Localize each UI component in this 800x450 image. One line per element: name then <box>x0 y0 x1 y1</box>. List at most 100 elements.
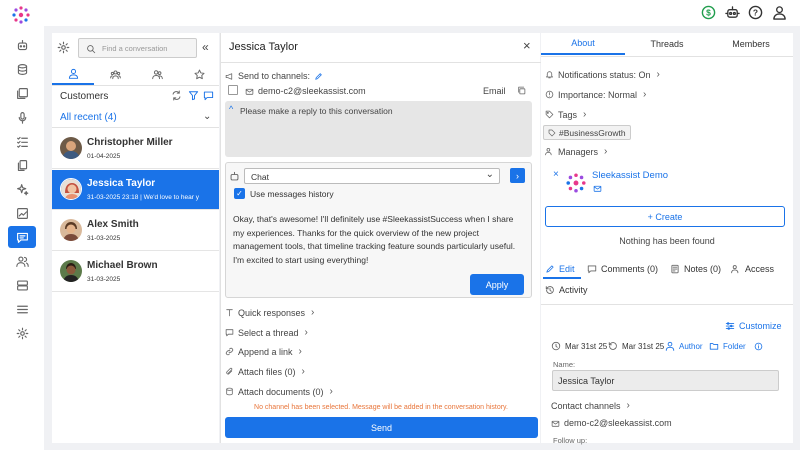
tab-person[interactable] <box>52 63 94 85</box>
user-icon[interactable] <box>772 5 787 20</box>
filter-select[interactable]: All recent (4) <box>60 112 117 123</box>
author-link[interactable]: Author <box>665 341 703 351</box>
tab-users[interactable] <box>136 63 178 85</box>
nav-robot-icon[interactable] <box>12 35 32 55</box>
list-item[interactable]: Alex Smith 31-03-2025 <box>52 211 219 251</box>
nav-documents-icon[interactable] <box>12 155 32 175</box>
nav-conversations-icon[interactable] <box>8 226 36 248</box>
manager-name[interactable]: Sleekassist Demo <box>592 170 668 181</box>
remove-manager-icon[interactable]: × <box>553 169 559 180</box>
filter-icon[interactable] <box>188 90 199 101</box>
contact-channels[interactable]: Contact channels › <box>551 400 630 411</box>
customer-name: Alex Smith <box>87 219 139 230</box>
created-date: Mar 31st 25 <box>551 341 607 351</box>
collapse-icon[interactable]: ^ <box>229 104 233 114</box>
pencil-icon[interactable] <box>314 72 323 81</box>
info-icon[interactable] <box>754 342 763 351</box>
use-history-label: Use messages history <box>250 189 334 199</box>
folder-link[interactable]: Folder <box>709 341 746 351</box>
nav-menu-icon[interactable] <box>12 299 32 319</box>
star-icon <box>193 69 205 79</box>
importance[interactable]: Importance: Normal › <box>545 89 646 100</box>
send-to-label: Send to channels: <box>238 71 311 81</box>
chat-select-value: Chat <box>251 172 269 182</box>
folder-icon <box>709 343 719 350</box>
tab-comments[interactable]: Comments (0) <box>587 264 658 274</box>
name-label: Name: <box>553 360 576 369</box>
search-input[interactable]: Find a conversation <box>78 38 197 58</box>
details-panel: About Threads Members Notifications stat… <box>541 33 793 445</box>
quick-responses[interactable]: Quick responses › <box>225 307 314 318</box>
send-to-channels: Send to channels: <box>225 71 323 81</box>
tab-members[interactable]: Members <box>709 33 793 55</box>
contact-email: demo-c2@sleekassist.com <box>551 418 672 428</box>
tab-favorites[interactable] <box>178 63 220 85</box>
refresh-icon[interactable] <box>171 90 182 101</box>
channel-checkbox[interactable] <box>228 85 238 95</box>
list-item[interactable]: Christopher Miller 01-04-2025 <box>52 129 219 169</box>
managers[interactable]: Managers › <box>545 146 607 157</box>
customer-name: Christopher Miller <box>87 137 173 148</box>
attach-files[interactable]: Attach files (0) › <box>225 366 305 377</box>
tab-edit[interactable]: Edit <box>545 264 575 274</box>
chat-select[interactable]: Chat ⌄ <box>244 168 500 184</box>
avatar <box>60 137 82 159</box>
message-text[interactable]: Okay, that's awesome! I'll definitely us… <box>233 213 525 267</box>
collapse-panel-icon[interactable]: « <box>202 41 209 53</box>
nav-settings-icon[interactable] <box>12 323 32 343</box>
nav-database-icon[interactable] <box>12 59 32 79</box>
close-icon[interactable]: × <box>523 39 531 52</box>
select-thread[interactable]: Select a thread › <box>225 327 308 338</box>
tab-group[interactable] <box>94 63 136 85</box>
tab-activity[interactable]: Activity <box>545 285 588 295</box>
go-button[interactable]: › <box>510 168 525 183</box>
avatar <box>60 178 82 200</box>
access-icon <box>731 265 739 274</box>
list-item[interactable]: Jessica Taylor 31-03-2025 23:18 | We'd l… <box>52 170 219 210</box>
tag-chip[interactable]: #BusinessGrowth <box>543 125 631 140</box>
chevron-down-icon[interactable]: ⌄ <box>203 111 211 122</box>
link-icon <box>225 347 234 356</box>
nav-chart-icon[interactable] <box>12 203 32 223</box>
database-icon <box>226 387 233 396</box>
robot-icon <box>229 171 240 182</box>
settings-icon[interactable] <box>57 41 70 54</box>
channel-type: Email <box>483 86 506 96</box>
notifications-status[interactable]: Notifications status: On › <box>545 69 660 80</box>
append-link[interactable]: Append a link › <box>225 346 302 357</box>
comment-icon <box>587 265 597 274</box>
manager-avatar <box>566 173 586 193</box>
tab-threads[interactable]: Threads <box>625 33 709 55</box>
reply-prompt-box[interactable]: ^ Please make a reply to this conversati… <box>225 101 532 157</box>
tab-about[interactable]: About <box>541 33 625 55</box>
dollar-icon[interactable]: $ <box>701 5 716 20</box>
nav-gallery-icon[interactable] <box>12 83 32 103</box>
attach-documents[interactable]: Attach documents (0) › <box>225 386 333 397</box>
svg-text:$: $ <box>706 8 711 18</box>
mail-icon[interactable] <box>593 184 602 193</box>
copy-icon[interactable] <box>517 86 526 95</box>
users-icon <box>151 69 163 79</box>
nav-checklist-icon[interactable] <box>12 131 32 151</box>
create-button[interactable]: + Create <box>545 206 785 227</box>
note-icon <box>671 264 679 274</box>
divider <box>221 62 541 63</box>
mail-icon <box>551 420 560 427</box>
tags[interactable]: Tags › <box>545 109 586 120</box>
tab-notes[interactable]: Notes (0) <box>670 264 721 274</box>
sleekassist-logo[interactable] <box>12 6 30 24</box>
customize-button[interactable]: Customize <box>725 321 782 331</box>
nav-server-icon[interactable] <box>12 275 32 295</box>
nav-microphone-icon[interactable] <box>12 107 32 127</box>
robot-icon[interactable] <box>725 5 740 20</box>
apply-button[interactable]: Apply <box>470 274 524 295</box>
list-item[interactable]: Michael Brown 31-03-2025 <box>52 252 219 292</box>
send-button[interactable]: Send <box>225 417 538 438</box>
new-message-icon[interactable] <box>203 90 214 101</box>
name-field[interactable]: Jessica Taylor <box>552 370 779 391</box>
nav-sparkle-icon[interactable] <box>12 179 32 199</box>
nav-users-icon[interactable] <box>12 251 32 271</box>
tab-access[interactable]: Access <box>731 264 774 274</box>
help-icon[interactable]: ? <box>748 5 763 20</box>
use-history-checkbox[interactable]: ✓ <box>234 188 245 199</box>
